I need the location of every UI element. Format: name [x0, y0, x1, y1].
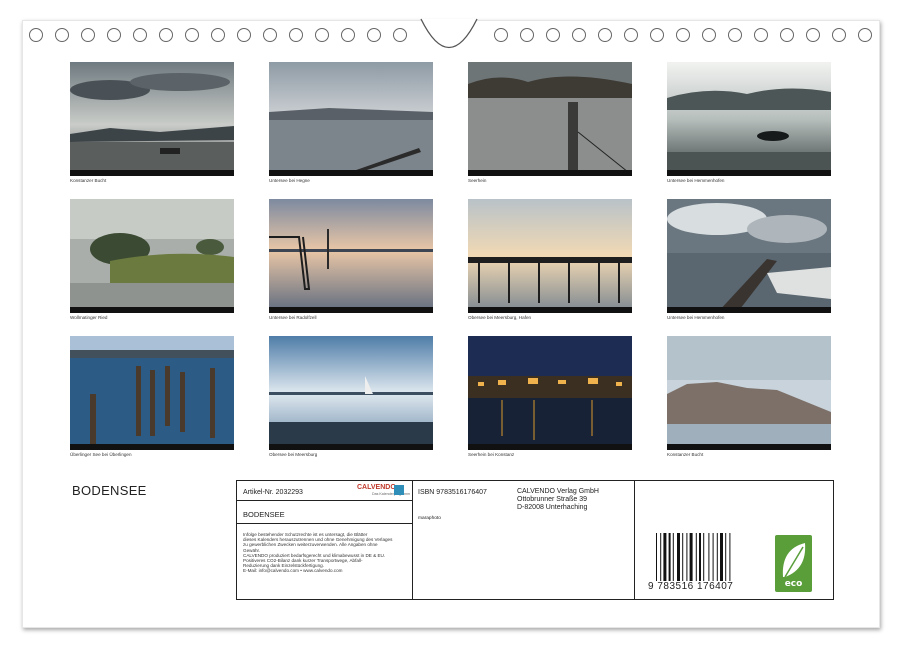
photo-konstanzer-bucht	[70, 62, 234, 176]
binding-ring	[572, 28, 586, 42]
barcode-bar	[717, 533, 718, 581]
photo-caption: Untersee bei Hemmenhofen	[667, 315, 724, 320]
publisher-address: CALVENDO Verlag GmbH Ottobrunner Straße …	[517, 488, 599, 512]
binding-ring	[263, 28, 277, 42]
imprint-title: BODENSEE	[243, 510, 285, 519]
binding-ring	[728, 28, 742, 42]
barcode-bar	[713, 533, 714, 581]
photo-caption: Konstanzer Bucht	[667, 452, 703, 457]
photo-untersee-hegne	[269, 62, 433, 176]
binding-ring	[676, 28, 690, 42]
binding-ring	[81, 28, 95, 42]
barcode-bar	[699, 533, 701, 581]
photo-seerhein	[468, 62, 632, 176]
binding-ring	[55, 28, 69, 42]
binding-ring	[546, 28, 560, 42]
binding-ring	[858, 28, 872, 42]
binding-ring	[289, 28, 303, 42]
barcode-bar	[725, 533, 726, 581]
eco-badge: eco	[775, 535, 812, 592]
calendar-title: BODENSEE	[72, 483, 147, 498]
photo-caption: Obersee bei Meersburg	[269, 452, 317, 457]
legal-notice: Infolge bestehender Schutzrechte ist es …	[243, 532, 411, 574]
binding-ring	[159, 28, 173, 42]
photo-wollmatinger-ried	[70, 199, 234, 313]
binding-ring	[702, 28, 716, 42]
photo-caption: Konstanzer Bucht	[70, 178, 106, 183]
barcode-bar	[686, 533, 687, 581]
binding-ring	[650, 28, 664, 42]
calvendo-logo: CALVENDO	[357, 484, 396, 491]
binding-ring	[211, 28, 225, 42]
binding-ring	[341, 28, 355, 42]
calvendo-logo-mark	[394, 485, 404, 495]
barcode-bar	[677, 533, 680, 581]
barcode-bar	[660, 533, 661, 581]
photo-untersee-radolfzell	[269, 199, 433, 313]
photo-caption: Untersee bei Hegne	[269, 178, 310, 183]
photo-caption: Überlinger See bei Überlingen	[70, 452, 132, 457]
barcode-bar	[682, 533, 683, 581]
barcode-bar	[708, 533, 709, 581]
binding-ring	[133, 28, 147, 42]
photo-caption: Wollmatinger Ried	[70, 315, 107, 320]
photo-caption: Untersee bei Radolfzell	[269, 315, 317, 320]
photo-ueberlinger-see	[70, 336, 234, 450]
binding-ring	[185, 28, 199, 42]
photo-caption: Seerhein	[468, 178, 486, 183]
photo-seerhein-konstanz	[468, 336, 632, 450]
binding-ring	[393, 28, 407, 42]
barcode-bar	[720, 533, 723, 581]
barcode-bar	[729, 533, 730, 581]
photo-caption: Obersee bei Meersburg, Hafen	[468, 315, 531, 320]
photo-caption: Seerhein bei Konstanz	[468, 452, 514, 457]
barcode-bar	[656, 533, 657, 581]
barcode-bar	[663, 533, 666, 581]
barcode-bar	[703, 533, 704, 581]
photo-obersee-meersburg	[269, 336, 433, 450]
photo-konstanzer-bucht-winter	[667, 336, 831, 450]
photo-caption: Untersee bei Hemmenhofen	[667, 178, 724, 183]
isbn: ISBN 9783516176407	[418, 489, 487, 496]
barcode-bar	[696, 533, 697, 581]
binding-ring	[237, 28, 251, 42]
hanger-notch	[420, 18, 478, 50]
barcode	[655, 533, 747, 581]
calvendo-tagline: Das Kalenderprogramm	[372, 492, 410, 496]
barcode-digits: 9 783516 176407	[648, 581, 733, 592]
binding-ring	[107, 28, 121, 42]
binding-ring	[520, 28, 534, 42]
barcode-bar	[690, 533, 693, 581]
binding-ring	[494, 28, 508, 42]
article-number: Artikel-Nr. 2032293	[243, 489, 303, 496]
binding-ring	[598, 28, 612, 42]
barcode-bar	[673, 533, 674, 581]
binding-ring	[624, 28, 638, 42]
photo-obersee-meersburg-hafen	[468, 199, 632, 313]
photo-untersee-hemmenhofen	[667, 62, 831, 176]
photo-untersee-hemmenhofen-2	[667, 199, 831, 313]
binding-ring	[832, 28, 846, 42]
binding-ring	[315, 28, 329, 42]
binding-ring	[367, 28, 381, 42]
binding-ring	[806, 28, 820, 42]
photographer: maraphoto	[418, 516, 441, 521]
binding-ring	[29, 28, 43, 42]
binding-ring	[780, 28, 794, 42]
barcode-bar	[669, 533, 671, 581]
binding-ring	[754, 28, 768, 42]
